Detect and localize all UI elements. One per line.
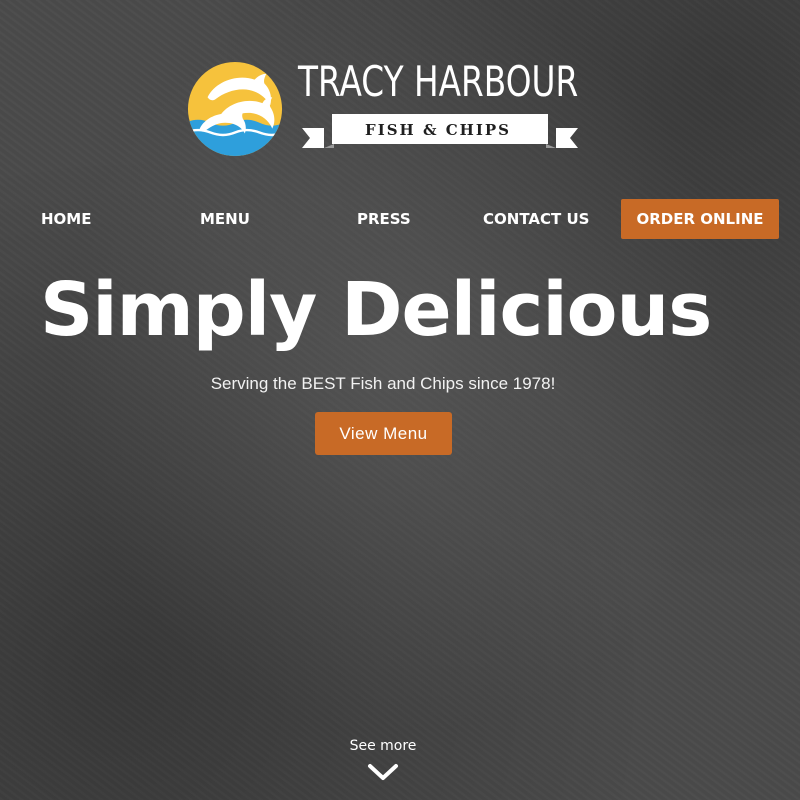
site-logo[interactable]: TRACY HARBOUR FISH & CHIPS	[186, 58, 578, 158]
main-nav: HOME MENU PRESS CONTACT US ORDER ONLINE	[0, 199, 800, 239]
nav-item-home[interactable]: HOME	[41, 199, 91, 239]
order-online-button[interactable]: ORDER ONLINE	[621, 199, 779, 239]
see-more-link[interactable]: See more	[330, 736, 436, 792]
brand-title: TRACY HARBOUR	[298, 57, 579, 106]
nav-item-menu[interactable]: MENU	[200, 199, 250, 239]
brand-subtitle: FISH & CHIPS	[365, 121, 511, 139]
nav-item-press[interactable]: PRESS	[357, 199, 411, 239]
hero-title: Simply Delicious	[40, 267, 712, 353]
view-menu-button[interactable]: View Menu	[315, 412, 452, 455]
hero-subtitle: Serving the BEST Fish and Chips since 19…	[210, 374, 556, 393]
see-more-label: See more	[349, 738, 417, 754]
nav-item-contact-us[interactable]: CONTACT US	[483, 199, 589, 239]
dolphins-sun-logo-icon	[187, 61, 283, 157]
page: TRACY HARBOUR FISH & CHIPS HOME MENU PRE…	[0, 0, 800, 800]
chevron-down-icon	[368, 764, 398, 780]
